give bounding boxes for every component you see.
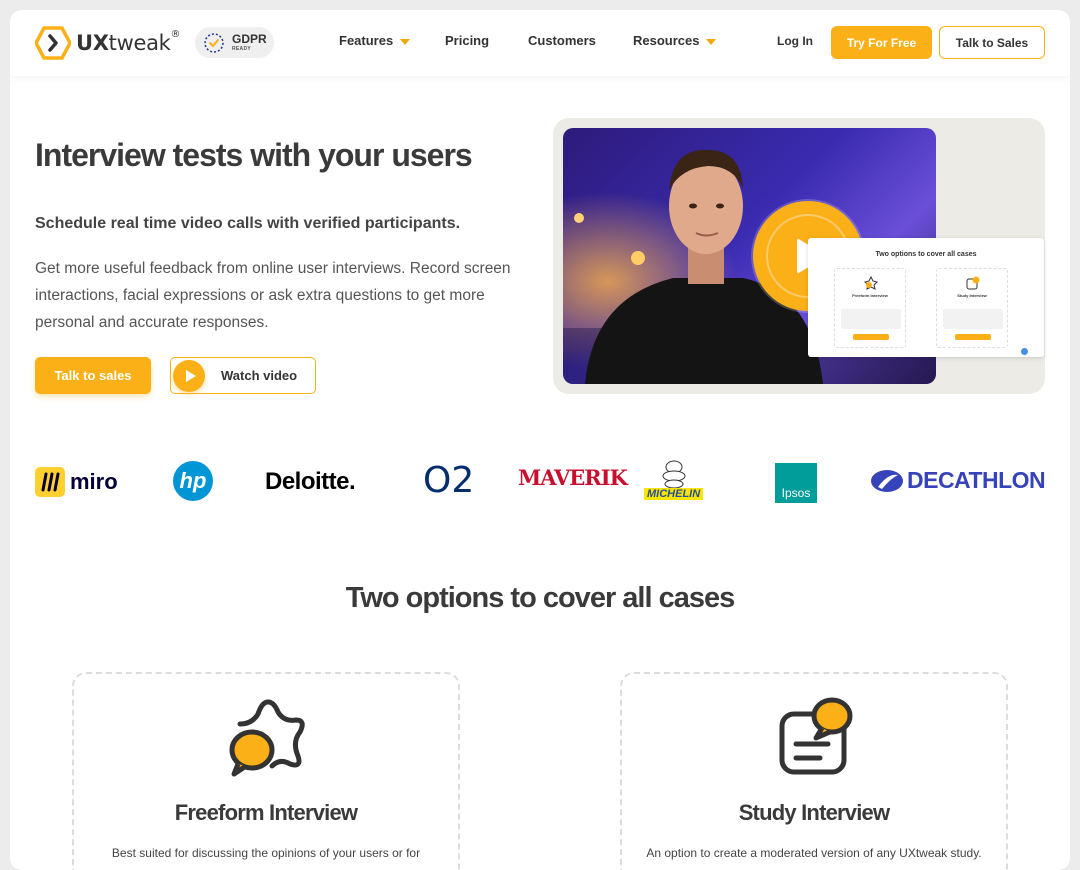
options-section-title: Two options to cover all cases: [345, 582, 735, 614]
freeform-card-desc: Best suited for discussing the opinions …: [111, 846, 421, 860]
talk-to-sales-button[interactable]: Talk to Sales: [939, 26, 1045, 59]
logo-ipsos: Ipsos: [775, 463, 817, 503]
mini-title: Two options to cover all cases: [875, 251, 977, 258]
star-chat-icon: [864, 275, 878, 290]
chevron-down-icon: [706, 38, 717, 45]
nav-customers-label: Customers: [528, 33, 596, 48]
header: UXtweak® GDPR READY Features Pricing Cus…: [10, 10, 1070, 76]
study-interview-card[interactable]: Study Interview An option to create a mo…: [620, 672, 1008, 870]
logo-text: UXtweak®: [76, 29, 181, 55]
study-chat-icon: [966, 276, 980, 290]
freeform-interview-card[interactable]: Freeform Interview Best suited for discu…: [72, 672, 460, 870]
freeform-card-title: Freeform Interview: [174, 800, 358, 825]
decathlon-swoosh-icon: [871, 469, 903, 492]
mini-card-2-title: Study Interview: [957, 293, 987, 298]
logo-maverik: MAVERIK: [518, 465, 628, 490]
study-card-desc: An option to create a moderated version …: [646, 846, 982, 860]
logo-decathlon: DECATHLON: [870, 467, 1046, 494]
michelin-man-icon: [662, 460, 686, 488]
nav-features-label: Features: [339, 33, 394, 48]
nav-pricing[interactable]: Pricing: [445, 33, 489, 48]
nav-resources[interactable]: Resources: [633, 33, 717, 48]
watch-video-label: Watch video: [221, 368, 298, 383]
talk-to-sales-hero-button[interactable]: Talk to sales: [35, 357, 151, 394]
options-preview-screenshot: Two options to cover all cases Freeform …: [808, 238, 1044, 357]
logo-miro: miro: [35, 467, 118, 497]
gdpr-title: GDPR: [232, 32, 267, 46]
gdpr-subtitle: READY: [232, 46, 252, 52]
miro-icon: [35, 467, 65, 497]
study-card-title: Study Interview: [738, 800, 890, 825]
login-link[interactable]: Log In: [777, 34, 813, 48]
mini-card-freeform: Freeform Interview: [834, 268, 906, 348]
mini-card-1-title: Freeform Interview: [852, 293, 888, 298]
logo-o2: O2: [423, 460, 475, 501]
nav-features[interactable]: Features: [339, 33, 411, 48]
watch-video-button[interactable]: Watch video: [170, 357, 316, 394]
uxtweak-logo[interactable]: UXtweak®: [35, 26, 181, 60]
nav-pricing-label: Pricing: [445, 33, 490, 48]
mini-card-study: Study Interview: [936, 268, 1008, 348]
star-chat-icon: [229, 699, 305, 777]
page: UXtweak® GDPR READY Features Pricing Cus…: [10, 10, 1070, 870]
try-for-free-button[interactable]: Try For Free: [831, 26, 932, 59]
hero-description: Get more useful feedback from online use…: [35, 260, 511, 331]
logo-hp: hp: [173, 461, 213, 501]
play-icon: [173, 359, 205, 392]
logo-michelin: MICHELIN: [644, 460, 704, 500]
study-chat-icon: [779, 697, 853, 775]
customer-logos: miro hp Deloitte. O2 MAVERIK MICHELIN Ip…: [10, 455, 1070, 515]
hexagon-logo-icon: [35, 26, 71, 60]
nav-resources-label: Resources: [633, 33, 700, 48]
nav-customers[interactable]: Customers: [528, 33, 596, 48]
gdpr-check-icon: [204, 32, 224, 53]
gdpr-badge: GDPR READY: [195, 27, 274, 58]
logo-deloitte: Deloitte.: [265, 468, 356, 495]
chevron-down-icon: [400, 38, 411, 45]
hero-title: Interview tests with your users: [35, 137, 473, 173]
hero-subtitle: Schedule real time video calls with veri…: [35, 215, 461, 232]
